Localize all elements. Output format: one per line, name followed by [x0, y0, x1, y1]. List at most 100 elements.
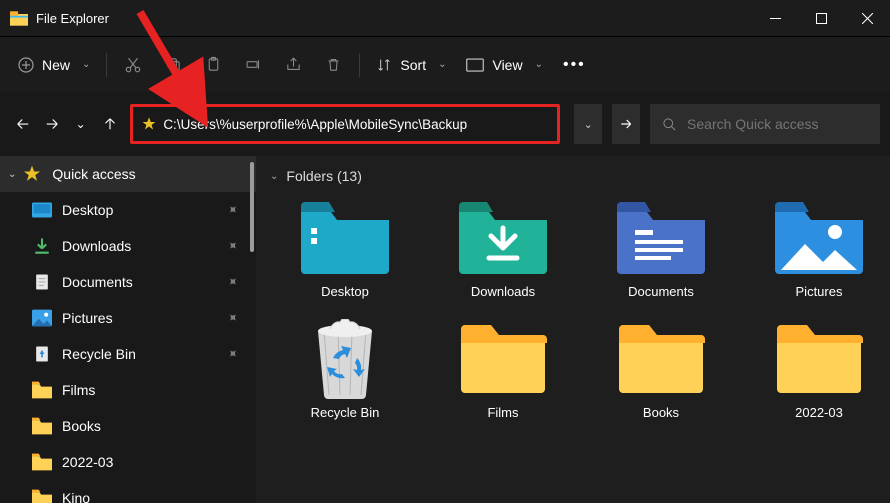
forward-button[interactable] [39, 106, 64, 142]
rename-button[interactable] [235, 47, 271, 83]
view-button[interactable]: View ⌄ [458, 47, 550, 83]
documents-folder-icon [617, 202, 705, 274]
arrow-left-icon [14, 115, 32, 133]
sort-button-label: Sort [400, 57, 426, 73]
sidebar-item-films[interactable]: Films [0, 372, 256, 408]
star-icon [22, 164, 42, 184]
sidebar-item-desktop[interactable]: Desktop ✦ [0, 192, 256, 228]
titlebar: File Explorer [0, 0, 890, 36]
back-button[interactable] [10, 106, 35, 142]
search-icon [662, 117, 677, 132]
arrow-right-icon [618, 116, 634, 132]
folder-documents[interactable]: Documents [586, 196, 736, 305]
rename-icon [245, 56, 262, 73]
sidebar-header-label: Quick access [52, 166, 135, 182]
folder-films[interactable]: Films [428, 317, 578, 426]
chevron-down-icon: ⌄ [270, 171, 278, 182]
folder-2022-03[interactable]: 2022-03 [744, 317, 890, 426]
sidebar-item-documents[interactable]: Documents ✦ [0, 264, 256, 300]
more-button[interactable]: ••• [555, 47, 594, 83]
chevron-down-icon: ⌄ [584, 118, 593, 131]
file-explorer-icon [10, 11, 28, 26]
folder-label: 2022-03 [795, 405, 843, 420]
pictures-icon [32, 308, 52, 328]
sidebar-item-downloads[interactable]: Downloads ✦ [0, 228, 256, 264]
content-pane: ⌄ Folders (13) Desktop Downloads Docum [256, 156, 890, 503]
download-icon [32, 236, 52, 256]
folder-recycle-bin[interactable]: Recycle Bin [270, 317, 420, 426]
chevron-down-icon: ⌄ [535, 59, 543, 70]
sidebar-item-pictures[interactable]: Pictures ✦ [0, 300, 256, 336]
cut-button[interactable] [115, 47, 151, 83]
sidebar-item-books[interactable]: Books [0, 408, 256, 444]
folder-pictures[interactable]: Pictures [744, 196, 890, 305]
folder-label: Desktop [321, 284, 369, 299]
folder-icon [775, 323, 863, 395]
delete-button[interactable] [315, 47, 351, 83]
copy-icon [165, 56, 182, 73]
sidebar-item-2022-03[interactable]: 2022-03 [0, 444, 256, 480]
toolbar-separator [359, 53, 360, 77]
sidebar-item-kino[interactable]: Kino [0, 480, 256, 503]
folder-icon [32, 380, 52, 400]
folder-icon [32, 416, 52, 436]
arrow-right-icon [43, 115, 61, 133]
folder-label: Recycle Bin [311, 405, 380, 420]
folder-downloads[interactable]: Downloads [428, 196, 578, 305]
navbar: ⌄ C:\Users\%userprofile%\Apple\MobileSyn… [0, 92, 890, 156]
pin-icon: ✦ [223, 272, 242, 291]
sidebar-item-label: Desktop [62, 202, 113, 218]
paste-button[interactable] [195, 47, 231, 83]
address-bar[interactable]: C:\Users\%userprofile%\Apple\MobileSync\… [130, 104, 560, 144]
folder-desktop[interactable]: Desktop [270, 196, 420, 305]
folder-icon [617, 323, 705, 395]
address-history-button[interactable]: ⌄ [574, 104, 602, 144]
downloads-folder-icon [459, 202, 547, 274]
pin-icon: ✦ [223, 200, 242, 219]
sort-button[interactable]: Sort ⌄ [368, 47, 454, 83]
cut-icon [124, 56, 142, 74]
pin-icon: ✦ [223, 236, 242, 255]
folder-books[interactable]: Books [586, 317, 736, 426]
history-dropdown-button[interactable]: ⌄ [68, 106, 93, 142]
search-input[interactable] [687, 116, 868, 132]
go-button[interactable] [612, 104, 640, 144]
new-button[interactable]: New ⌄ [10, 47, 98, 83]
minimize-button[interactable] [752, 0, 798, 36]
scrollbar-thumb[interactable] [250, 162, 254, 252]
more-icon: ••• [563, 56, 586, 74]
share-button[interactable] [275, 47, 311, 83]
toolbar: New ⌄ Sort ⌄ View ⌄ ••• [0, 36, 890, 92]
paste-icon [205, 56, 222, 73]
up-button[interactable] [97, 106, 122, 142]
pin-icon: ✦ [223, 308, 242, 327]
sidebar-item-label: Downloads [62, 238, 131, 254]
desktop-icon [32, 200, 52, 220]
maximize-button[interactable] [798, 0, 844, 36]
folder-label: Downloads [471, 284, 535, 299]
document-icon [32, 272, 52, 292]
plus-circle-icon [18, 57, 34, 73]
folder-icon [32, 452, 52, 472]
sidebar-item-recycle-bin[interactable]: Recycle Bin ✦ [0, 336, 256, 372]
sidebar-item-label: Books [62, 418, 101, 434]
share-icon [285, 56, 302, 73]
sidebar-item-label: 2022-03 [62, 454, 113, 470]
view-button-label: View [492, 57, 522, 73]
copy-button[interactable] [155, 47, 191, 83]
trash-icon [325, 56, 342, 73]
close-button[interactable] [844, 0, 890, 36]
folders-section-header[interactable]: ⌄ Folders (13) [270, 168, 890, 184]
section-label: Folders (13) [286, 168, 361, 184]
recycle-bin-icon [32, 344, 52, 364]
sidebar-item-label: Recycle Bin [62, 346, 136, 362]
folder-label: Films [487, 405, 518, 420]
search-box[interactable] [650, 104, 880, 144]
recycle-bin-icon [301, 323, 389, 395]
new-button-label: New [42, 57, 70, 73]
sidebar-quick-access[interactable]: ⌄ Quick access [0, 156, 256, 192]
folder-label: Pictures [796, 284, 843, 299]
folder-label: Documents [628, 284, 694, 299]
folder-icon [32, 488, 52, 503]
folder-icon [459, 323, 547, 395]
